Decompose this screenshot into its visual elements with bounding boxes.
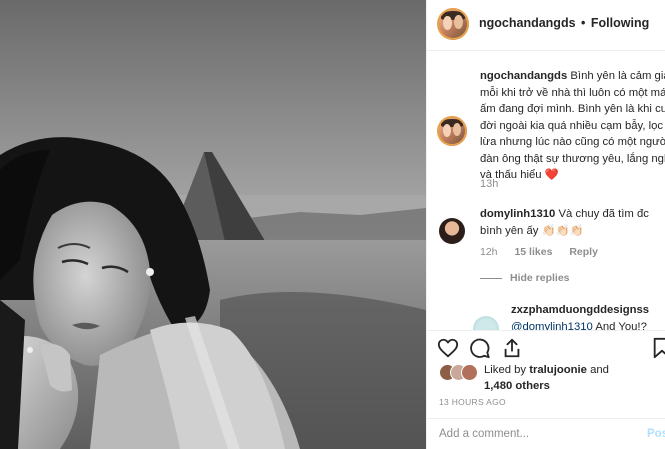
post-header: ngochandangds • Following [427,0,665,51]
caption-line: và thấu hiểu ❤️ [480,169,559,181]
caption-text: ngochandangds Bình yên là cảm giác mỗi k… [480,68,665,184]
comment-timestamp[interactable]: 12h [480,246,498,258]
caption-avatar[interactable] [437,116,467,146]
bookmark-icon[interactable] [652,337,665,364]
replies-divider-line [480,277,502,279]
caption-line: lừa nhưng lúc nào cũng có một người [480,136,665,148]
liker-username[interactable]: tralujoonie [529,364,587,376]
share-icon[interactable] [501,337,523,364]
post-details-panel: ngochandangds • Following ngochandangds … [426,0,665,449]
reply-text: zxzphamduongddesignss @domylinh1310 And … [511,302,649,330]
hide-replies-label: Hide replies [510,272,570,284]
comment-likes-count[interactable]: 15 likes [514,246,552,258]
caption-line: mỗi khi trở về nhà thì luôn có một mái [480,86,665,99]
caption-line: đàn ông thật sự thương yêu, lắng nghe [480,152,665,165]
heart-icon[interactable] [437,337,459,364]
liked-by-text: Liked by tralujoonie and 1,480 others [484,363,609,394]
comment-text: domylinh1310 Và chuy đã tìm đc bình yên … [480,206,665,239]
author-avatar[interactable] [437,8,469,40]
likes-summary: Liked by tralujoonie and 1,480 others [439,362,665,396]
comment-meta: 12h 15 likes Reply [480,246,612,258]
hide-replies-button[interactable]: Hide replies [480,272,570,284]
caption-line: Bình yên là cảm giác [570,70,665,82]
liked-by-and: and [590,364,609,376]
comment-line: bình yên ấy 👏🏻👏🏻👏🏻 [480,224,584,237]
photo-image [0,0,426,449]
caption-timestamp[interactable]: 13h [480,178,498,190]
following-button[interactable]: Following [591,16,649,30]
liked-by-prefix: Liked by [484,364,527,376]
action-bar [427,330,665,361]
commenter-avatar[interactable] [439,218,465,244]
comment-icon[interactable] [469,337,491,364]
comment-line: Và chuy đã tìm đc [558,208,649,220]
reply-mention[interactable]: @domylinh1310 [511,321,593,331]
reply-body: And You!? [595,320,647,331]
reply-avatar[interactable] [473,316,499,330]
caption-line: ấm đang đợi mình. Bình yên là khi cuộc [480,103,665,115]
separator-dot: • [581,16,586,30]
likes-count[interactable]: 1,480 others [484,380,550,392]
add-comment-bar: Post [427,418,665,449]
post-comment-button[interactable]: Post [647,428,665,440]
liker-avatar[interactable] [461,364,478,381]
reply-button[interactable]: Reply [569,246,598,258]
reply-username[interactable]: zxzphamduongddesignss [511,302,649,319]
commenter-username[interactable]: domylinh1310 [480,208,555,220]
author-username[interactable]: ngochandangds [479,16,576,30]
post-photo[interactable] [0,0,426,449]
header-user-line: ngochandangds • Following [479,16,649,30]
caption-line: đời ngoài kia quá nhiều cạm bẫy, lọc [480,119,664,132]
caption-username[interactable]: ngochandangds [480,70,567,82]
comment-input[interactable] [439,425,629,443]
post-timestamp[interactable]: 13 HOURS AGO [439,397,506,407]
comments-list[interactable]: ngochandangds Bình yên là cảm giác mỗi k… [427,50,665,330]
